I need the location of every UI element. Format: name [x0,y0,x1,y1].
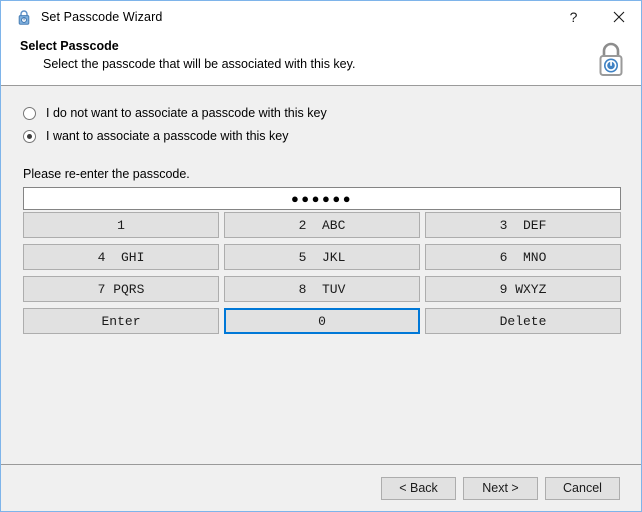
title-bar: Set Passcode Wizard ? [1,1,641,32]
radio-want-passcode[interactable]: I want to associate a passcode with this… [23,129,289,143]
title-bar-buttons: ? [551,1,641,32]
key-7[interactable]: 7 PQRS [23,276,219,302]
cancel-button[interactable]: Cancel [545,476,620,500]
radio-indicator[interactable] [23,129,36,143]
page-title: Select Passcode [20,39,119,53]
radio-indicator[interactable] [23,106,36,120]
key-0[interactable]: 0 [224,308,420,334]
key-4[interactable]: 4 GHI [23,244,219,270]
key-8[interactable]: 8 TUV [224,276,420,302]
wizard-header: Select Passcode Select the passcode that… [1,32,641,86]
key-enter[interactable]: Enter [23,308,219,334]
radio-dot [27,111,32,116]
wizard-body: I do not want to associate a passcode wi… [1,86,641,464]
padlock-icon [17,9,31,25]
key-2[interactable]: 2 ABC [224,212,420,238]
window-title: Set Passcode Wizard [41,9,163,24]
key-6[interactable]: 6 MNO [425,244,621,270]
key-9[interactable]: 9 WXYZ [425,276,621,302]
radio-no-passcode-label: I do not want to associate a passcode wi… [46,106,327,120]
key-delete[interactable]: Delete [425,308,621,334]
key-1[interactable]: 1 [23,212,219,238]
keypad: 1 2 ABC 3 DEF 4 GHI 5 JKL 6 MNO 7 PQRS 8… [23,212,621,334]
help-button[interactable]: ? [551,1,596,32]
close-icon[interactable] [596,1,641,32]
key-5[interactable]: 5 JKL [224,244,420,270]
next-button[interactable]: Next > [463,476,538,500]
page-subtitle: Select the passcode that will be associa… [43,57,356,71]
passcode-input[interactable]: ●●●●●● [23,187,621,210]
radio-no-passcode[interactable]: I do not want to associate a passcode wi… [23,106,327,120]
radio-dot [27,133,32,139]
key-3[interactable]: 3 DEF [425,212,621,238]
passcode-field-label: Please re-enter the passcode. [23,167,190,181]
back-button[interactable]: < Back [381,476,456,500]
padlock-icon [595,40,627,78]
set-passcode-wizard-window: Set Passcode Wizard ? Select Passcode Se… [0,0,642,512]
radio-want-passcode-label: I want to associate a passcode with this… [46,129,289,143]
passcode-input-value: ●●●●●● [290,191,354,206]
wizard-footer: < Back Next > Cancel [1,464,641,511]
